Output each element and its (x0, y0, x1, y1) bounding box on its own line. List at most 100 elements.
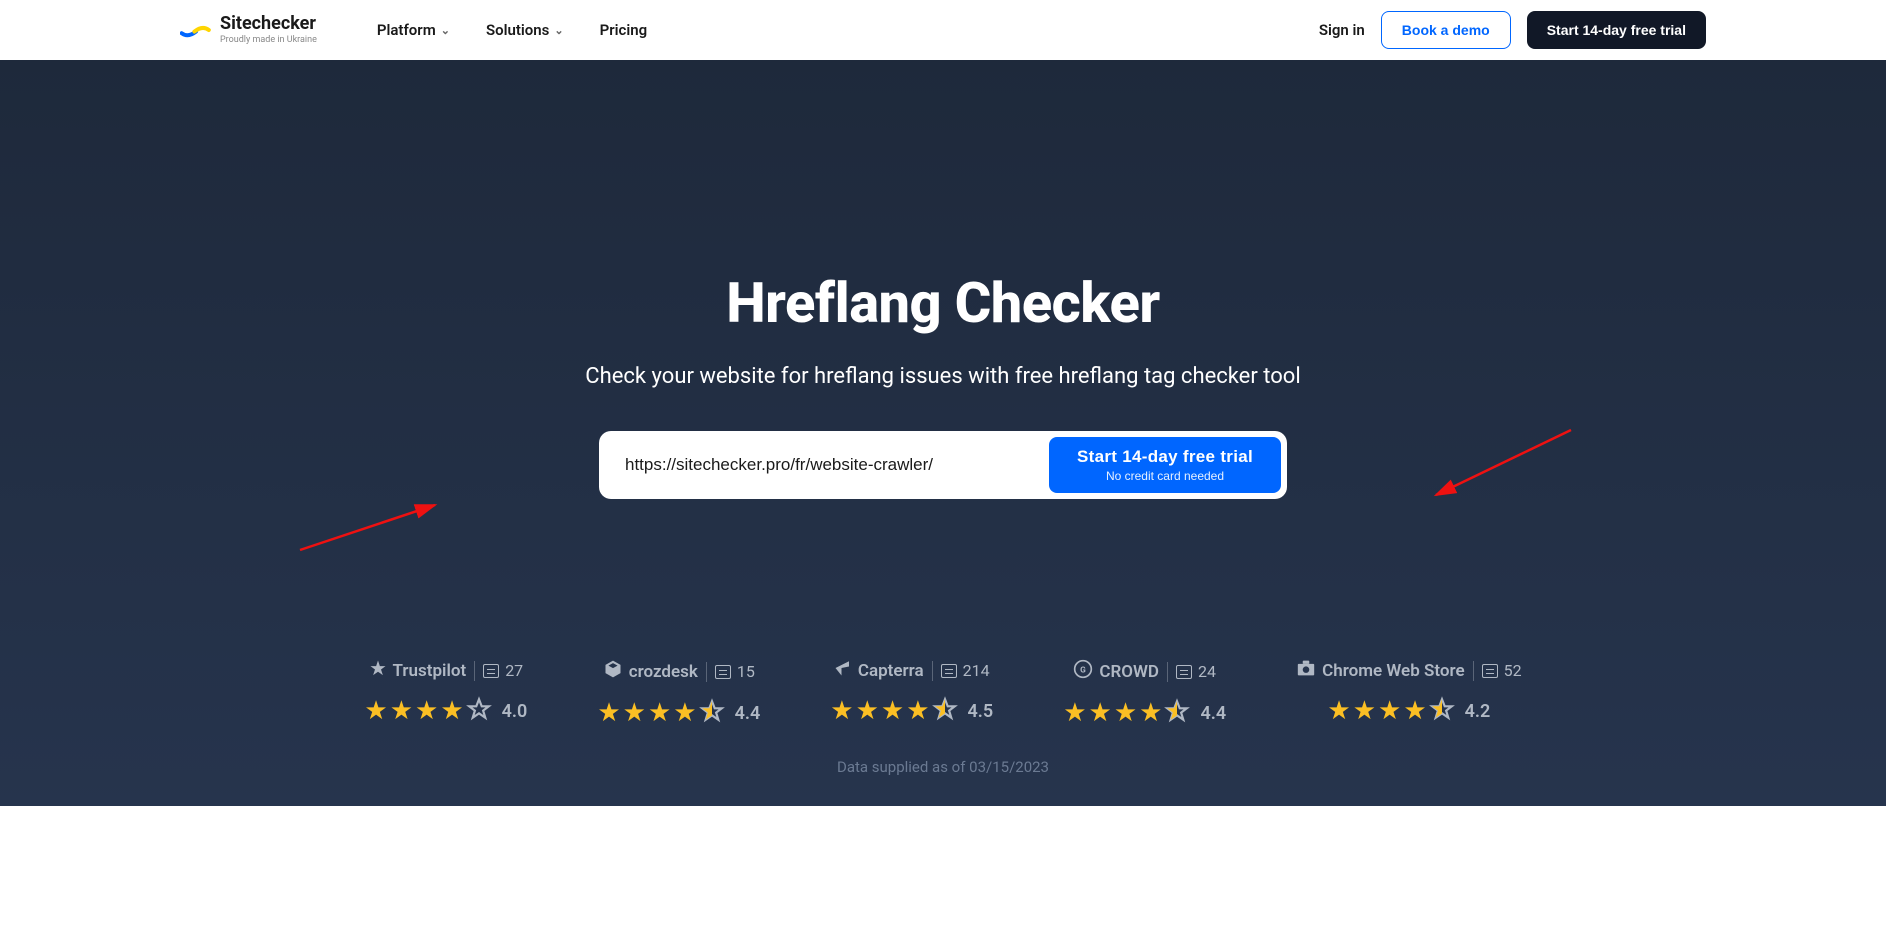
url-search-box: Start 14-day free trial No credit card n… (599, 431, 1287, 499)
header-actions: Sign in Book a demo Start 14-day free tr… (1319, 11, 1706, 49)
star-half-icon (699, 698, 725, 728)
star-half-icon (1429, 696, 1455, 726)
main-nav: Platform ⌄ Solutions ⌄ Pricing (377, 21, 647, 39)
brand-icon (1296, 659, 1316, 682)
rating-block[interactable]: Capterra 214 ★★★★ 4.5 (830, 659, 993, 728)
rating-stars-row: ★★★★ 4.5 (830, 696, 993, 726)
stars: ★★★★ (830, 696, 957, 726)
rating-score: 4.4 (735, 703, 761, 724)
star-full-icon: ★ (1353, 696, 1376, 726)
url-input[interactable] (605, 443, 1049, 487)
rating-header: G CROWD 24 (1073, 659, 1216, 684)
star-full-icon: ★ (1114, 698, 1137, 728)
logo-text-wrap: Sitechecker Proudly made in Ukraine (220, 15, 317, 45)
review-count-icon (1176, 665, 1192, 679)
star-half-icon (1164, 698, 1190, 728)
star-full-icon: ★ (597, 698, 620, 728)
cta-subtitle: No credit card needed (1106, 469, 1224, 483)
rating-block[interactable]: Trustpilot27★★★★4.0 (364, 659, 527, 728)
stars: ★★★★ (364, 696, 491, 726)
chevron-down-icon: ⌄ (441, 24, 450, 37)
rating-count: 52 (1504, 661, 1522, 680)
rating-stars-row: ★★★★ 4.4 (597, 698, 760, 728)
rating-score: 4.5 (968, 701, 994, 722)
brand-icon (603, 659, 623, 684)
rating-stars-row: ★★★★ 4.2 (1327, 696, 1490, 726)
divider (474, 661, 475, 681)
star-full-icon: ★ (830, 696, 853, 726)
star-full-icon: ★ (390, 696, 413, 726)
rating-count: 24 (1198, 662, 1216, 681)
review-count-icon (941, 664, 957, 678)
stars: ★★★★ (597, 698, 724, 728)
divider (706, 662, 707, 682)
start-trial-button[interactable]: Start 14-day free trial No credit card n… (1049, 437, 1281, 493)
brand-icon (369, 659, 387, 682)
annotation-arrow-left (295, 490, 445, 560)
star-full-icon: ★ (1063, 698, 1086, 728)
rating-source: Chrome Web Store (1296, 659, 1464, 682)
rating-count: 27 (505, 661, 523, 680)
star-half-icon (932, 696, 958, 726)
star-outline-icon (466, 696, 492, 726)
star-full-icon: ★ (906, 696, 929, 726)
logo[interactable]: Sitechecker Proudly made in Ukraine (180, 15, 317, 45)
rating-block[interactable]: Chrome Web Store 52 ★★★★ 4.2 (1296, 659, 1521, 728)
rating-score: 4.2 (1465, 701, 1491, 722)
rating-block[interactable]: crozdesk 15 ★★★★ 4.4 (597, 659, 760, 728)
rating-count-wrap: 24 (1176, 662, 1216, 681)
rating-count: 214 (963, 661, 990, 680)
divider (932, 661, 933, 681)
nav-pricing-label: Pricing (600, 21, 648, 39)
nav-pricing[interactable]: Pricing (600, 21, 648, 39)
star-full-icon: ★ (648, 698, 671, 728)
star-full-icon: ★ (364, 696, 387, 726)
rating-score: 4.0 (502, 701, 528, 722)
review-count-icon (483, 664, 499, 678)
signin-link[interactable]: Sign in (1319, 21, 1365, 39)
logo-icon (180, 20, 212, 40)
rating-header: Trustpilot 27 (369, 659, 524, 682)
nav-solutions-label: Solutions (486, 21, 549, 39)
star-full-icon: ★ (415, 696, 438, 726)
brand-tagline: Proudly made in Ukraine (220, 35, 317, 45)
stars: ★★★★ (1327, 696, 1454, 726)
nav-platform[interactable]: Platform ⌄ (377, 21, 450, 39)
page-subtitle: Check your website for hreflang issues w… (0, 364, 1886, 389)
annotation-arrow-right (1426, 425, 1576, 515)
rating-stars-row: ★★★★4.0 (364, 696, 527, 726)
star-full-icon: ★ (623, 698, 646, 728)
review-count-icon (1482, 664, 1498, 678)
nav-solutions[interactable]: Solutions ⌄ (486, 21, 564, 39)
start-trial-header-button[interactable]: Start 14-day free trial (1527, 11, 1706, 49)
star-full-icon: ★ (440, 696, 463, 726)
rating-header: Capterra 214 (834, 659, 990, 682)
search-wrap: Start 14-day free trial No credit card n… (0, 431, 1886, 499)
rating-source-name: Trustpilot (393, 661, 467, 681)
rating-header: Chrome Web Store 52 (1296, 659, 1521, 682)
data-supplied-note: Data supplied as of 03/15/2023 (0, 758, 1886, 776)
star-full-icon: ★ (1378, 696, 1401, 726)
rating-source-name: crozdesk (629, 662, 698, 682)
rating-source-name: Chrome Web Store (1322, 661, 1464, 681)
book-demo-button[interactable]: Book a demo (1381, 11, 1511, 49)
star-full-icon: ★ (1089, 698, 1112, 728)
brand-icon: G (1073, 659, 1093, 684)
review-count-icon (715, 665, 731, 679)
divider (1473, 661, 1474, 681)
star-full-icon: ★ (1139, 698, 1162, 728)
star-full-icon: ★ (1327, 696, 1350, 726)
svg-text:G: G (1081, 665, 1087, 675)
rating-source: Trustpilot (369, 659, 467, 682)
site-header: Sitechecker Proudly made in Ukraine Plat… (0, 0, 1886, 60)
nav-platform-label: Platform (377, 21, 436, 39)
cta-title: Start 14-day free trial (1077, 447, 1253, 467)
rating-count-wrap: 15 (715, 662, 755, 681)
rating-count-wrap: 27 (483, 661, 523, 680)
rating-score: 4.4 (1200, 703, 1226, 724)
rating-source: Capterra (834, 659, 924, 682)
rating-source-name: CROWD (1099, 662, 1159, 682)
star-full-icon: ★ (856, 696, 879, 726)
rating-block[interactable]: GCROWD24★★★★4.4 (1063, 659, 1226, 728)
brand-icon (834, 659, 852, 682)
